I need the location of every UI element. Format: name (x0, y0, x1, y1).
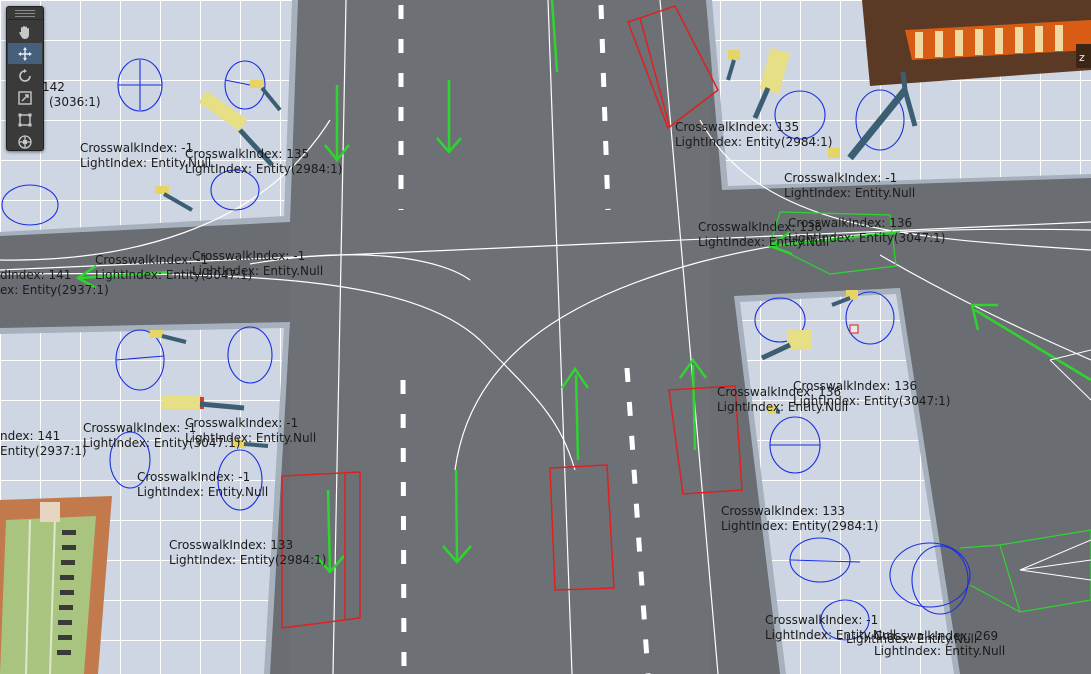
entity-label: CrosswalkIndex: 133 LightIndex: Entity(29… (721, 504, 878, 534)
label-line: LightIndex: Entity.Null (192, 264, 324, 278)
label-line: Entity(2937:1) (0, 444, 87, 458)
label-line: ex: Entity(2937:1) (0, 283, 109, 297)
entity-label: CrosswalkIndex: 133 LightIndex: Entity(29… (169, 538, 326, 568)
label-line: LightIndex: Entity(2984:1) (185, 162, 343, 176)
label-line: CrosswalkIndex: 136 (788, 216, 913, 230)
scene-view[interactable]: z 142 (3036:1) CrosswalkIndex: -1 LightI… (0, 0, 1091, 674)
label-line: LightIndex: Entity.Null (784, 186, 916, 200)
label-line: CrosswalkIndex: -1 (137, 470, 251, 484)
label-line: CrosswalkIndex: 136 (793, 379, 918, 393)
entity-label: CrosswalkIndex: 136 LightIndex: Entity(30… (788, 216, 945, 246)
entity-label: CrosswalkIndex: -1 LightIndex: Entity.Nul… (192, 249, 323, 279)
entity-label: CrosswalkIndex: 135 LightIndex: Entity(29… (185, 147, 342, 177)
building-bottom-left (0, 496, 112, 674)
rect-tool-icon (18, 113, 32, 126)
label-line: CrosswalkIndex: -1 (765, 613, 879, 627)
label-line: LightIndex: Entity(3047:1) (788, 231, 946, 245)
label-line: CrosswalkIndex: 133 (721, 504, 846, 518)
label-line: CrosswalkIndex: -1 (784, 171, 898, 185)
label-line: LightIndex: Entity.Null (846, 632, 978, 646)
label-line: LightIndex: Entity.Null (137, 485, 269, 499)
label-line: ndex: 141 (0, 429, 61, 443)
transform-tool[interactable] (8, 131, 42, 152)
sidewalk-block-top-left (0, 0, 298, 236)
label-line: CrosswalkIndex: 133 (169, 538, 294, 552)
label-line: LightIndex: Entity(3047:1) (793, 394, 951, 408)
rect-tool[interactable] (8, 109, 42, 130)
svg-text:z: z (1079, 51, 1085, 64)
scene-geometry: z (0, 0, 1091, 674)
hand-icon (19, 25, 29, 39)
label-line: LightIndex: Entity.Null (185, 431, 317, 445)
entity-label: dIndex: 141 ex: Entity(2937:1) (0, 268, 109, 298)
label-line: (3036:1) (49, 95, 101, 109)
entity-label: LightIndex: Entity.Null (846, 632, 977, 647)
transform-icon (18, 134, 32, 149)
label-line: 142 (42, 80, 65, 94)
label-line: CrosswalkIndex: 135 (185, 147, 310, 161)
label-line: LightIndex: Entity(2984:1) (675, 135, 833, 149)
overlay-grip[interactable] (7, 7, 43, 20)
move-tool[interactable] (8, 43, 42, 64)
hand-tool[interactable] (8, 21, 42, 42)
label-line: LightIndex: Entity(2984:1) (721, 519, 879, 533)
entity-label: CrosswalkIndex: -1 LightIndex: Entity.Nul… (784, 171, 915, 201)
label-line: dIndex: 141 (0, 268, 72, 282)
label-line: CrosswalkIndex: -1 (192, 249, 306, 263)
entity-label: CrosswalkIndex: 135 LightIndex: Entity(29… (675, 120, 832, 150)
entity-label: CrosswalkIndex: 136 LightIndex: Entity(30… (793, 379, 950, 409)
entity-label: ndex: 141 Entity(2937:1) (0, 429, 87, 459)
scene-tools-overlay (6, 6, 44, 151)
label-line: CrosswalkIndex: 135 (675, 120, 800, 134)
entity-label: CrosswalkIndex: -1 LightIndex: Entity.Nul… (137, 470, 268, 500)
label-line: CrosswalkIndex: -1 (185, 416, 299, 430)
entity-label: 142 (3036:1) (6, 80, 101, 110)
label-line: LightIndex: Entity(2984:1) (169, 553, 327, 567)
entity-label: CrosswalkIndex: -1 LightIndex: Entity.Nul… (185, 416, 316, 446)
move-icon (18, 46, 32, 61)
